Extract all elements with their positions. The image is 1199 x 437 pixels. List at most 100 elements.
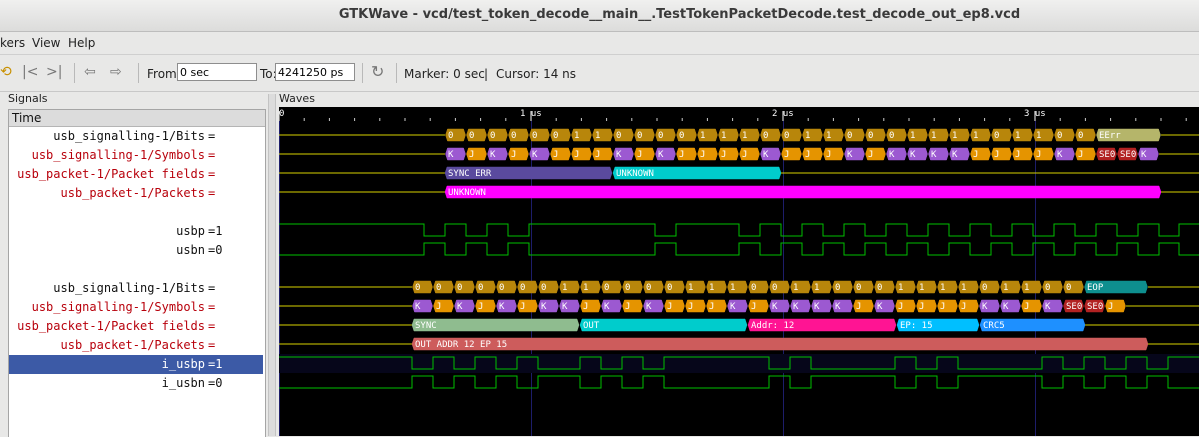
symbol-label: J [553, 150, 558, 160]
symbol-label: J [784, 150, 789, 160]
signal-value: = [208, 167, 216, 181]
symbol-label: K [1057, 150, 1063, 160]
packet-field-cell [411, 318, 580, 332]
signals-list[interactable]: Time usb_signalling-1/Bits = usb_signallin… [8, 109, 266, 437]
bit-label: 0 [856, 283, 861, 293]
signal-name: usb_packet-1/Packet fields [17, 167, 205, 181]
symbol-label: J [709, 302, 714, 312]
signal-name: usb_packet-1/Packets [60, 338, 206, 352]
signal-row[interactable]: usb_signalling-1/Symbols = [9, 146, 263, 165]
signal-row[interactable]: usbn =0 [9, 241, 263, 260]
signals-title: Signals [6, 92, 50, 105]
bit-label: 0 [499, 283, 504, 293]
symbol-label: K [604, 302, 610, 312]
signal-row[interactable]: usbp =1 [9, 222, 263, 241]
menu-view[interactable]: View [32, 36, 60, 50]
usbp-waveform [279, 223, 1199, 237]
bit-label: 1 [826, 131, 831, 141]
undo-icon[interactable]: ⟲ [0, 64, 12, 80]
bit-label: EErr [1099, 131, 1121, 141]
menu-help[interactable]: Help [68, 36, 95, 50]
packet-field-label: UNKNOWN [616, 169, 654, 179]
symbol-label: J [688, 302, 693, 312]
signal-value: =1 [208, 224, 223, 238]
symbol-label: J [1015, 150, 1020, 160]
to-input[interactable] [275, 63, 355, 81]
bit-label: 0 [751, 283, 756, 293]
symbol-label: J [919, 302, 924, 312]
symbol-label: J [868, 150, 873, 160]
bit-label: 1 [793, 283, 798, 293]
signal-row[interactable]: usb_packet-1/Packet fields = [9, 165, 263, 184]
symbol-label: J [469, 150, 474, 160]
waves-title: Waves [277, 92, 317, 105]
waveform-canvas[interactable]: 01 us 2 us 3 us0 0 0 0 0 0 1 1 0 0 0 0 1 1 1 0 0 1 1 0 0 0 1 1 1 1 0… [279, 107, 1199, 436]
signal-row[interactable]: usb_packet-1/Packets = [9, 184, 263, 203]
signal-value: = [208, 186, 216, 200]
bit-label: 1 [961, 283, 966, 293]
symbol-label: J [742, 150, 747, 160]
packet-field-label: SYNC [415, 321, 437, 331]
jump-end-icon[interactable]: >| [46, 64, 62, 80]
symbol-label: J [574, 150, 579, 160]
marker-readout: Marker: 0 sec [404, 67, 485, 81]
signal-name: usbp [176, 224, 205, 238]
bit-label: 1 [910, 131, 915, 141]
bit-label: 1 [1003, 283, 1008, 293]
bit-label: 0 [763, 131, 768, 141]
bit-label: 0 [877, 283, 882, 293]
symbol-label: J [1108, 302, 1113, 312]
symbol-label: K [415, 302, 421, 312]
signal-row[interactable]: i_usbn =0 [9, 374, 263, 393]
time-header[interactable]: Time [9, 110, 265, 127]
waveform-view[interactable]: 01 us 2 us 3 us 0 0 0 0 0 0 1 1 0 0 0 0 1 1 1 0 0 1 1 0 0 0 1 1 1 1 0… [279, 107, 1199, 436]
symbol-label: J [625, 302, 630, 312]
symbol-label: K [952, 150, 958, 160]
signal-row[interactable]: usb_signalling-1/Symbols = [9, 298, 263, 317]
bit-label: 0 [658, 131, 663, 141]
symbol-label: J [1024, 302, 1029, 312]
symbol-label: K [616, 150, 622, 160]
pane-splitter[interactable] [268, 94, 276, 436]
back-icon[interactable]: ⇦ [84, 64, 96, 80]
symbol-label: K [772, 302, 778, 312]
bit-label: 1 [721, 131, 726, 141]
symbol-label: SE0 [1120, 150, 1136, 160]
signal-row[interactable]: usb_packet-1/Packets = [9, 336, 263, 355]
bit-label: 0 [1078, 131, 1083, 141]
toolbar-separator [74, 63, 75, 83]
symbol-label: K [448, 150, 454, 160]
symbol-label: K [835, 302, 841, 312]
bit-label: 0 [868, 131, 873, 141]
forward-icon[interactable]: ⇨ [110, 64, 122, 80]
window-titlebar[interactable]: GTKWave - vcd/test_token_decode__main__.… [0, 0, 1199, 32]
signal-row[interactable]: usb_packet-1/Packet fields = [9, 317, 263, 336]
window-title: GTKWave - vcd/test_token_decode__main__.… [338, 7, 1021, 22]
bit-label: 0 [520, 283, 525, 293]
symbol-label: J [961, 302, 966, 312]
menu-markers[interactable]: kers [0, 36, 25, 50]
signal-row[interactable]: i_usbp =1 [9, 355, 263, 374]
signal-blank-row[interactable] [9, 203, 263, 222]
packet-field-label: Addr: 12 [751, 321, 794, 331]
jump-start-icon[interactable]: |< [22, 64, 38, 80]
bit-label: 0 [637, 131, 642, 141]
toolbar-separator [396, 63, 397, 83]
symbol-label: J [436, 302, 441, 312]
reload-icon[interactable]: ↻ [371, 62, 384, 81]
signal-name: usb_signalling-1/Symbols [31, 300, 205, 314]
bit-label: 1 [1036, 131, 1041, 141]
symbol-label: K [793, 302, 799, 312]
bit-label: EOP [1087, 283, 1104, 293]
from-input[interactable] [177, 63, 257, 81]
signal-name: usbn [176, 243, 205, 257]
signal-row[interactable]: usb_signalling-1/Bits = [9, 127, 263, 146]
readout-separator: | [484, 67, 489, 81]
bit-label: 0 [553, 131, 558, 141]
signal-row[interactable]: usb_signalling-1/Bits = [9, 279, 263, 298]
symbol-label: J [973, 150, 978, 160]
bit-label: 1 [940, 283, 945, 293]
symbol-label: K [847, 150, 853, 160]
signal-blank-row[interactable] [9, 260, 263, 279]
bit-label: 0 [448, 131, 453, 141]
